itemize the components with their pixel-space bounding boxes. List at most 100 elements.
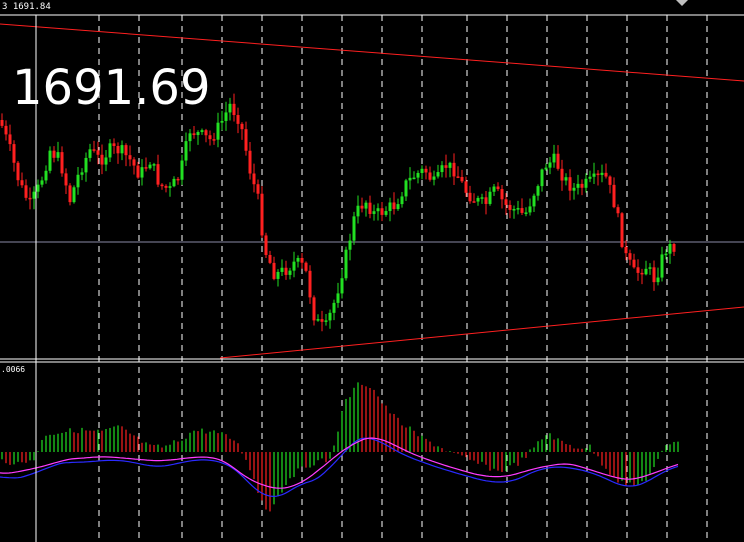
bull-candle: [316, 319, 320, 321]
bull-candle: [200, 130, 204, 133]
bull-candle: [340, 278, 344, 294]
bear-candle: [300, 257, 304, 263]
bull-candle: [296, 257, 300, 262]
bear-candle: [504, 199, 508, 205]
scroll-shift-marker-icon[interactable]: [676, 0, 688, 6]
bear-candle: [20, 180, 24, 186]
bear-candle: [428, 172, 432, 180]
bull-candle: [388, 202, 392, 212]
bear-candle: [4, 125, 8, 135]
bear-candle: [392, 202, 396, 210]
bull-candle: [180, 160, 184, 180]
bear-candle: [116, 146, 120, 154]
bear-candle: [52, 150, 56, 158]
bear-candle: [484, 197, 488, 204]
bear-candle: [160, 184, 164, 187]
bear-candle: [60, 152, 64, 174]
bull-candle: [432, 176, 436, 180]
bull-candle: [76, 174, 80, 188]
bull-candle: [104, 157, 108, 165]
bull-candle: [48, 150, 52, 171]
bull-candle: [660, 254, 664, 278]
bear-candle: [192, 133, 196, 136]
bear-candle: [508, 204, 512, 210]
bear-candle: [124, 145, 128, 156]
bear-candle: [8, 134, 12, 145]
bull-candle: [216, 122, 220, 140]
bull-candle: [352, 216, 356, 241]
bear-candle: [128, 155, 132, 160]
bull-candle: [440, 165, 444, 173]
bull-candle: [552, 153, 556, 163]
bear-candle: [260, 193, 264, 236]
bear-candle: [472, 201, 476, 203]
bear-candle: [240, 123, 244, 130]
bull-candle: [344, 249, 348, 279]
bull-candle: [120, 145, 124, 154]
trading-chart-window[interactable]: 3 1691.84 1691.69 .0066: [0, 0, 744, 542]
bear-candle: [144, 167, 148, 169]
bull-candle: [648, 267, 652, 269]
bull-candle: [668, 243, 672, 254]
bull-candle: [416, 172, 420, 178]
bear-candle: [380, 208, 384, 215]
bear-candle: [652, 267, 656, 283]
bull-candle: [408, 177, 412, 181]
bear-candle: [252, 173, 256, 185]
bear-candle: [500, 189, 504, 200]
bull-candle: [356, 205, 360, 217]
bull-candle: [600, 172, 604, 175]
bull-candle: [664, 253, 668, 256]
bull-candle: [544, 167, 548, 170]
bear-candle: [212, 139, 216, 141]
bull-candle: [168, 186, 172, 188]
bull-candle: [364, 202, 368, 209]
bear-candle: [452, 162, 456, 177]
bear-candle: [24, 185, 28, 198]
bull-candle: [148, 164, 152, 169]
bear-candle: [468, 192, 472, 202]
bear-candle: [604, 172, 608, 177]
bear-candle: [164, 185, 168, 188]
bear-candle: [568, 177, 572, 191]
candlesticks: [0, 93, 676, 332]
bull-candle: [172, 178, 176, 187]
macd-indicator: [0, 382, 679, 512]
bull-candle: [412, 177, 416, 180]
bull-candle: [336, 293, 340, 303]
bear-candle: [12, 144, 16, 163]
bull-candle: [564, 177, 568, 181]
bear-candle: [156, 164, 160, 185]
bear-candle: [520, 208, 524, 213]
bull-candle: [108, 143, 112, 158]
bull-candle: [548, 162, 552, 168]
bull-candle: [288, 270, 292, 275]
bull-candle: [404, 180, 408, 197]
bear-candle: [16, 162, 20, 181]
bull-candle: [396, 204, 400, 210]
bear-candle: [444, 165, 448, 168]
bear-candle: [424, 168, 428, 173]
bull-candle: [196, 132, 200, 136]
lower-trendline: [219, 306, 744, 359]
bear-candle: [368, 202, 372, 214]
bear-candle: [464, 181, 468, 193]
bull-candle: [56, 152, 60, 158]
bear-candle: [304, 262, 308, 271]
bull-candle: [228, 103, 232, 113]
bull-candle: [532, 195, 536, 207]
bull-candle: [152, 164, 156, 166]
bear-candle: [672, 243, 676, 252]
bear-candle: [556, 153, 560, 169]
bull-candle: [384, 211, 388, 215]
bear-candle: [636, 267, 640, 273]
bull-candle: [220, 120, 224, 123]
bull-candle: [72, 187, 76, 203]
bear-candle: [236, 115, 240, 124]
bull-candle: [224, 112, 228, 121]
bear-candle: [312, 297, 316, 321]
bull-candle: [372, 211, 376, 214]
bear-candle: [244, 129, 248, 151]
indicator-header-label: .0066: [0, 365, 27, 374]
bull-candle: [276, 271, 280, 279]
